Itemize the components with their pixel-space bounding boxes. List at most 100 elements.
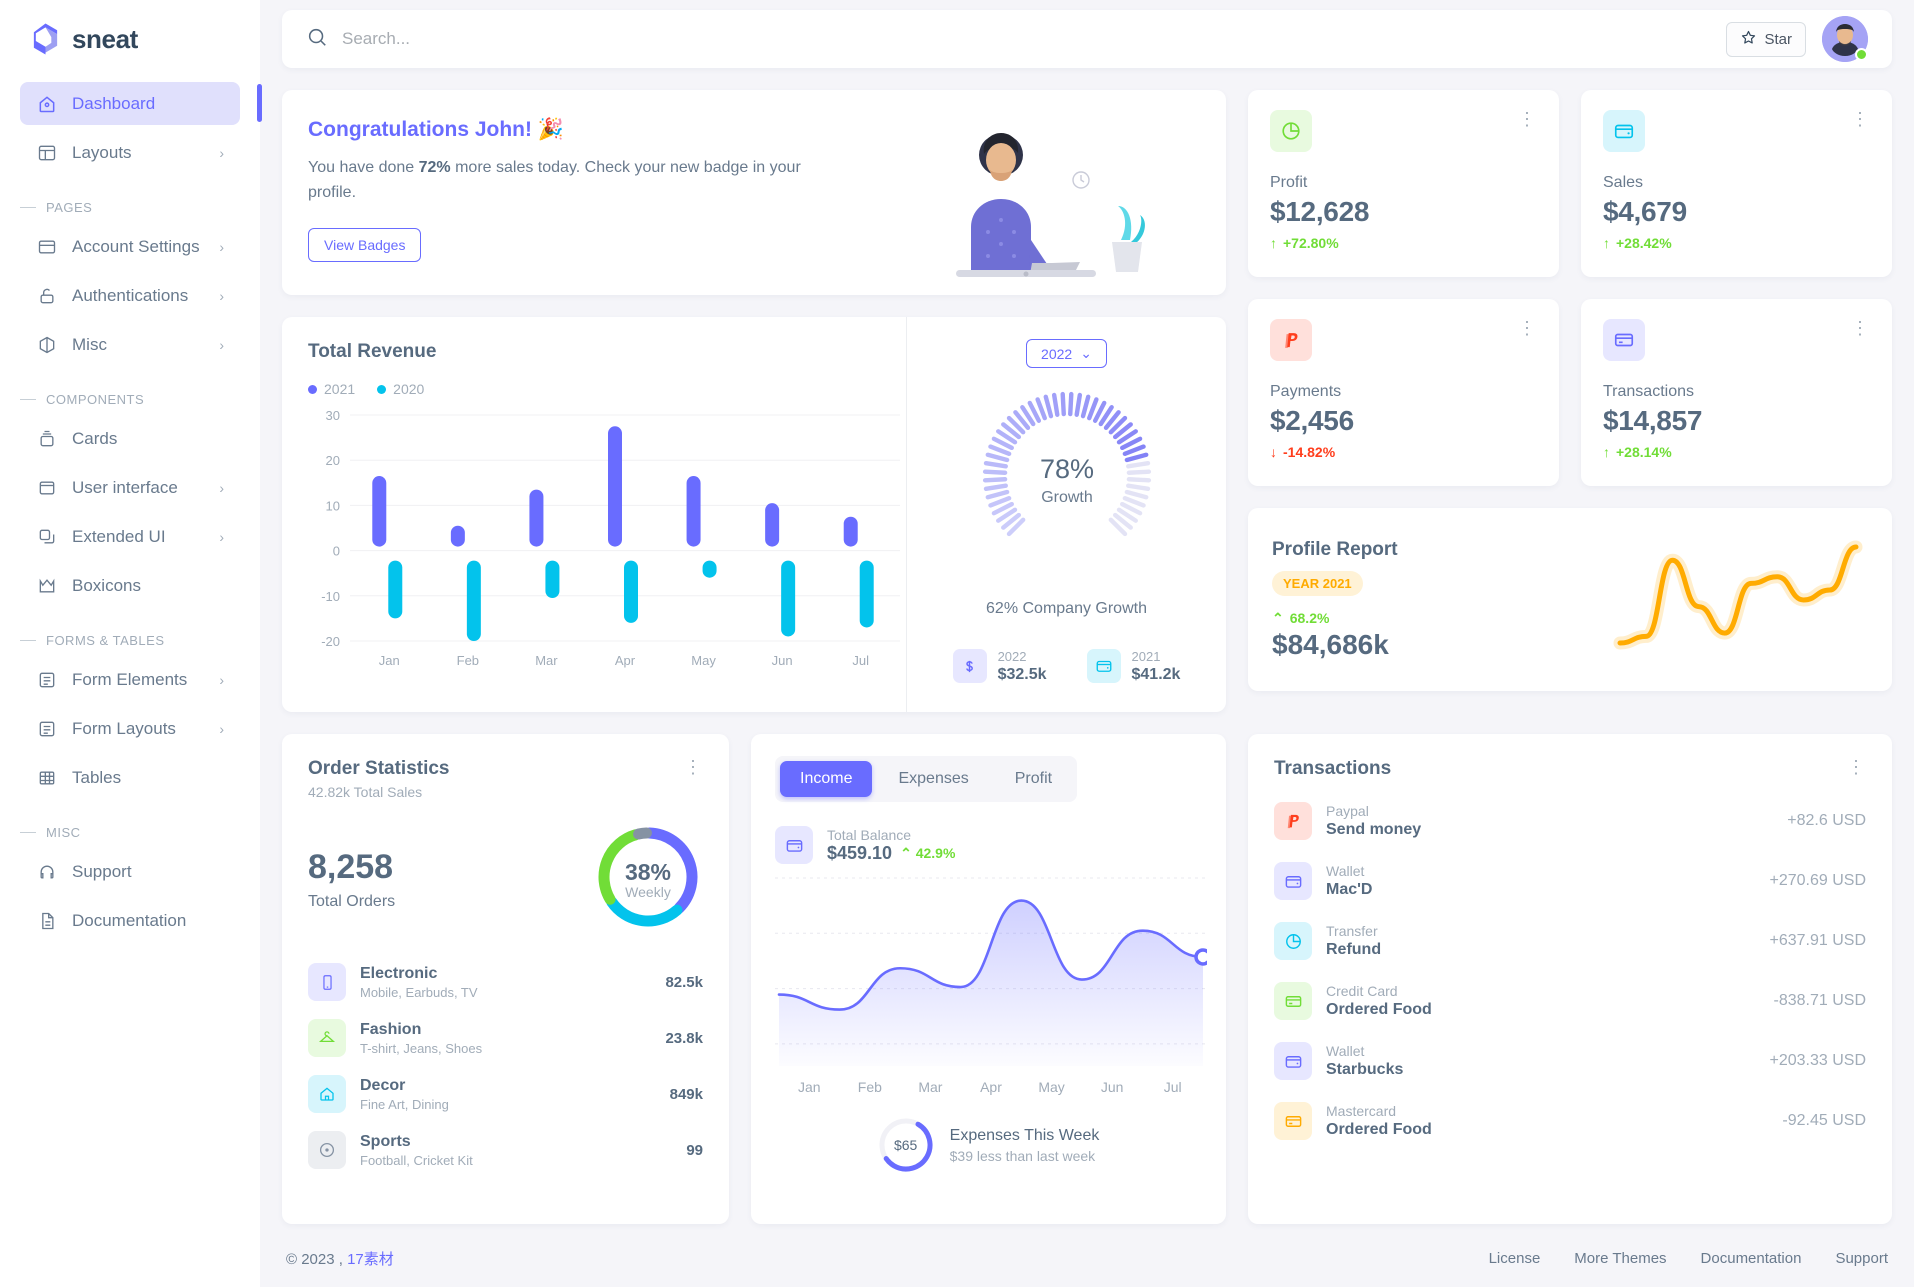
footer-link-more-themes[interactable]: More Themes bbox=[1574, 1250, 1666, 1267]
active-indicator bbox=[257, 84, 262, 122]
expenses-title: Expenses This Week bbox=[949, 1126, 1100, 1144]
order-statistics-summary: 8,258 Total Orders 38% Weekly bbox=[308, 822, 703, 937]
dashboard-grid: Congratulations John! 🎉 You have done 72… bbox=[282, 90, 1892, 712]
sidebar-item-user-interface[interactable]: User interface › bbox=[20, 466, 240, 509]
transaction-type: Transfer bbox=[1326, 923, 1378, 939]
stat-label: Payments bbox=[1270, 383, 1342, 400]
transaction-currency: USD bbox=[1832, 992, 1866, 1009]
sidebar-item-form-layouts[interactable]: Form Layouts › bbox=[20, 707, 240, 750]
stat-card-menu-button[interactable]: ⋮ bbox=[1851, 319, 1870, 337]
wallet-icon bbox=[1274, 1042, 1312, 1080]
form-layouts-icon bbox=[36, 718, 58, 740]
avatar[interactable] bbox=[1822, 16, 1868, 62]
table-row[interactable]: Wallet Mac'D +270.69 USD bbox=[1274, 862, 1866, 900]
stat-card-profit: ⋮ Profit $12,628 ↑ +72.80% bbox=[1248, 90, 1559, 277]
transactions-card: Transactions ⋮ Paypal Send money +82.6 U… bbox=[1248, 734, 1892, 1224]
sidebar-item-layouts[interactable]: Layouts › bbox=[20, 131, 240, 174]
list-item[interactable]: Fashion T-shirt, Jeans, Shoes 23.8k bbox=[308, 1019, 703, 1057]
view-badges-button[interactable]: View Badges bbox=[308, 227, 422, 262]
main-content: Star bbox=[260, 0, 1914, 1287]
chevron-right-icon: › bbox=[219, 287, 224, 304]
sidebar-item-extended-ui[interactable]: Extended UI › bbox=[20, 515, 240, 558]
order-statistics-menu-button[interactable]: ⋮ bbox=[684, 758, 703, 800]
list-item[interactable]: Sports Football, Cricket Kit 99 bbox=[308, 1131, 703, 1169]
total-revenue-card: Total Revenue 2021 2020 30 20 10 0 -10 -2 bbox=[282, 317, 1226, 712]
sidebar-item-misc[interactable]: Misc › bbox=[20, 323, 240, 366]
transaction-amount: -838.71 USD bbox=[1774, 992, 1867, 1010]
transactions-menu-button[interactable]: ⋮ bbox=[1847, 758, 1866, 780]
footer-link-support[interactable]: Support bbox=[1835, 1250, 1888, 1267]
sidebar-item-dashboard[interactable]: Dashboard bbox=[20, 82, 262, 125]
transaction-amount-value: -838.71 bbox=[1773, 992, 1828, 1009]
brand[interactable]: sneat bbox=[0, 0, 260, 82]
sidebar-item-boxicons[interactable]: Boxicons bbox=[20, 564, 240, 607]
list-item[interactable]: Decor Fine Art, Dining 849k bbox=[308, 1075, 703, 1113]
table-row[interactable]: Wallet Starbucks +203.33 USD bbox=[1274, 1042, 1866, 1080]
sidebar-item-label: Authentications bbox=[72, 285, 189, 305]
svg-text:-10: -10 bbox=[321, 589, 340, 604]
table-row[interactable]: Transfer Refund +637.91 USD bbox=[1274, 922, 1866, 960]
ui-icon bbox=[36, 477, 58, 499]
table-row[interactable]: Credit Card Ordered Food -838.71 USD bbox=[1274, 982, 1866, 1020]
sidebar-item-cards[interactable]: Cards bbox=[20, 417, 240, 460]
legend-item[interactable]: 2020 bbox=[377, 381, 424, 397]
tab-income[interactable]: Income bbox=[780, 761, 873, 797]
tab-expenses[interactable]: Expenses bbox=[878, 761, 988, 797]
income-card: Income Expenses Profit Total Balance $45… bbox=[751, 734, 1226, 1224]
sidebar-item-documentation[interactable]: Documentation bbox=[20, 899, 240, 942]
table-row[interactable]: Paypal Send money +82.6 USD bbox=[1274, 802, 1866, 840]
transaction-type: Wallet bbox=[1326, 863, 1365, 879]
footer-link-documentation[interactable]: Documentation bbox=[1701, 1250, 1802, 1267]
dashboard-grid-row2: Order Statistics 42.82k Total Sales ⋮ 8,… bbox=[282, 734, 1892, 1224]
stat-header: ⋮ bbox=[1270, 110, 1537, 152]
section-dash bbox=[20, 399, 36, 400]
list-item[interactable]: Electronic Mobile, Earbuds, TV 82.5k bbox=[308, 963, 703, 1001]
category-value: 23.8k bbox=[665, 1029, 703, 1047]
sidebar-item-form-elements[interactable]: Form Elements › bbox=[20, 658, 240, 701]
congratulations-subtitle: You have done 72% more sales today. Chec… bbox=[308, 156, 802, 206]
search-container[interactable] bbox=[306, 26, 1727, 53]
total-orders-value: 8,258 bbox=[308, 848, 394, 886]
tab-profit[interactable]: Profit bbox=[995, 761, 1072, 797]
svg-text:78%: 78% bbox=[1039, 454, 1093, 484]
stat-card-menu-button[interactable]: ⋮ bbox=[1518, 319, 1537, 337]
sidebar-item-tables[interactable]: Tables bbox=[20, 756, 240, 799]
congratulations-illustration bbox=[926, 120, 1186, 295]
table-row[interactable]: Mastercard Ordered Food -92.45 USD bbox=[1274, 1102, 1866, 1140]
svg-text:Jan: Jan bbox=[798, 1079, 821, 1095]
category-name: Sports bbox=[360, 1132, 411, 1150]
transactions-header: Transactions ⋮ bbox=[1274, 758, 1866, 780]
credit-card-icon bbox=[1274, 982, 1312, 1020]
expenses-amount: $65 bbox=[893, 1137, 918, 1153]
sidebar-item-label: Tables bbox=[72, 767, 122, 787]
revenue-footer-value: $32.5k bbox=[997, 666, 1047, 683]
transaction-type: Mastercard bbox=[1326, 1103, 1397, 1119]
document-icon bbox=[36, 910, 58, 932]
transaction-amount: +637.91 USD bbox=[1769, 932, 1866, 950]
legend-item[interactable]: 2021 bbox=[308, 381, 355, 397]
svg-text:Apr: Apr bbox=[615, 653, 636, 668]
credit-card-icon bbox=[1274, 1102, 1312, 1140]
stat-card-transactions: ⋮ Transactions $14,857 ↑ +28.14% bbox=[1581, 299, 1892, 486]
stat-card-menu-button[interactable]: ⋮ bbox=[1851, 110, 1870, 128]
profile-report-delta: ⌃ 68.2% bbox=[1272, 610, 1452, 627]
sidebar-item-account-settings[interactable]: Account Settings › bbox=[20, 225, 240, 268]
stat-card-sales: ⋮ Sales $4,679 ↑ +28.42% bbox=[1581, 90, 1892, 277]
sidebar-item-label: Form Elements bbox=[72, 669, 188, 689]
sidebar-item-support[interactable]: Support bbox=[20, 850, 240, 893]
stat-value: $2,456 bbox=[1270, 405, 1354, 436]
svg-text:20: 20 bbox=[326, 453, 340, 468]
search-input[interactable] bbox=[342, 29, 1727, 49]
transaction-currency: USD bbox=[1832, 812, 1866, 829]
sidebar-item-label: Dashboard bbox=[72, 93, 156, 113]
sidebar-item-authentications[interactable]: Authentications › bbox=[20, 274, 240, 317]
copyright-link[interactable]: 17素材 bbox=[347, 1251, 394, 1268]
transaction-name: Mac'D bbox=[1326, 881, 1373, 898]
year-select[interactable]: 2022 ⌄ bbox=[1026, 339, 1107, 368]
star-button[interactable]: Star bbox=[1726, 21, 1806, 57]
category-name: Fashion bbox=[360, 1020, 422, 1038]
total-balance-value-row: $459.10 ⌃ 42.9% bbox=[827, 843, 955, 864]
footer-link-license[interactable]: License bbox=[1489, 1250, 1541, 1267]
category-value: 849k bbox=[669, 1085, 703, 1103]
stat-card-menu-button[interactable]: ⋮ bbox=[1518, 110, 1537, 128]
